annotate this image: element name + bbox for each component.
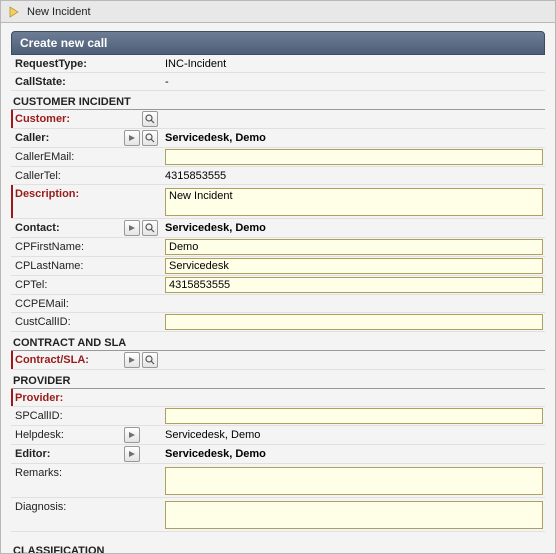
input-calleremail[interactable]: [165, 149, 543, 165]
input-remarks[interactable]: [165, 467, 543, 495]
input-cplastname[interactable]: [165, 258, 543, 274]
value-customer: [159, 110, 545, 128]
input-custcallid[interactable]: [165, 314, 543, 330]
value-caller: Servicedesk, Demo: [159, 129, 545, 147]
lookup-contractsla-button[interactable]: [142, 352, 158, 368]
lookup-contact-button[interactable]: [142, 220, 158, 236]
label-description: Description:: [11, 185, 123, 218]
value-contact: Servicedesk, Demo: [159, 219, 545, 237]
label-requesttype: RequestType:: [11, 55, 123, 72]
label-cptel: CPTel:: [11, 276, 123, 294]
label-diagnosis: Diagnosis:: [11, 498, 123, 531]
input-spcallid[interactable]: [165, 408, 543, 424]
label-contractsla: Contract/SLA:: [11, 351, 123, 369]
input-cptel[interactable]: [165, 277, 543, 293]
picker-helpdesk-button[interactable]: [124, 427, 140, 443]
input-cpfirstname[interactable]: [165, 239, 543, 255]
value-callertel: 4315853555: [159, 167, 545, 184]
label-contact: Contact:: [11, 219, 123, 237]
value-requesttype: INC-Incident: [159, 55, 545, 72]
section-customer-incident: CUSTOMER INCIDENT: [11, 93, 545, 110]
incident-window: New Incident Create new call RequestType…: [0, 0, 556, 554]
label-ccpemail: CCPEMail:: [11, 295, 123, 312]
lookup-caller-button[interactable]: [142, 130, 158, 146]
label-calleremail: CallerEMail:: [11, 148, 123, 166]
tab-bar: New Incident: [1, 1, 555, 23]
input-description[interactable]: [165, 188, 543, 216]
form-scroll-area[interactable]: Create new call RequestType: INC-Inciden…: [1, 23, 555, 553]
picker-contact-button[interactable]: [124, 220, 140, 236]
picker-editor-button[interactable]: [124, 446, 140, 462]
picker-caller-button[interactable]: [124, 130, 140, 146]
picker-contractsla-button[interactable]: [124, 352, 140, 368]
label-helpdesk: Helpdesk:: [11, 426, 123, 444]
label-callstate: CallState:: [11, 73, 123, 90]
lookup-customer-button[interactable]: [142, 111, 158, 127]
label-provider: Provider:: [11, 389, 123, 406]
value-helpdesk: Servicedesk, Demo: [159, 426, 545, 444]
value-contractsla: [159, 351, 545, 369]
label-caller: Caller:: [11, 129, 123, 147]
tab-title: New Incident: [27, 6, 91, 18]
label-customer: Customer:: [11, 110, 123, 128]
label-remarks: Remarks:: [11, 464, 123, 497]
section-contract-sla: CONTRACT AND SLA: [11, 334, 545, 351]
form-area: RequestType: INC-Incident CallState: - C…: [11, 55, 545, 553]
input-diagnosis[interactable]: [165, 501, 543, 529]
value-provider: [159, 389, 545, 406]
label-editor: Editor:: [11, 445, 123, 463]
tab-icon: [7, 5, 21, 19]
label-cplastname: CPLastName:: [11, 257, 123, 275]
value-editor: Servicedesk, Demo: [159, 445, 545, 463]
section-classification: CLASSIFICATION: [11, 542, 545, 553]
label-cpfirstname: CPFirstName:: [11, 238, 123, 256]
label-callertel: CallerTel:: [11, 167, 123, 184]
value-callstate: -: [159, 73, 545, 90]
create-call-header: Create new call: [11, 31, 545, 55]
label-custcallid: CustCallID:: [11, 313, 123, 331]
value-ccpemail: [159, 295, 545, 312]
label-spcallid: SPCallID:: [11, 407, 123, 425]
section-provider: PROVIDER: [11, 372, 545, 389]
